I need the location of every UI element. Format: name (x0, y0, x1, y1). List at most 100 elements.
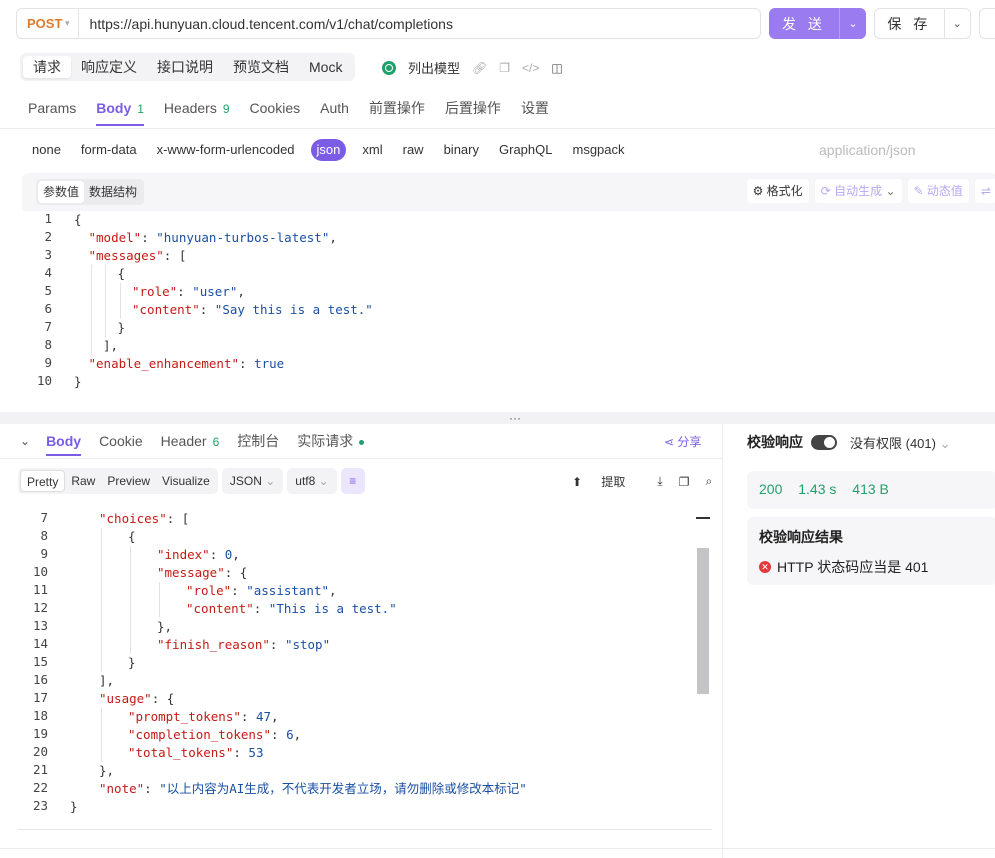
extract-button[interactable]: ⬆︎ 提取 (572, 473, 641, 490)
code-line: "choices": [ (99, 510, 189, 528)
code-line: "prompt_tokens": 47, (128, 708, 279, 726)
code-token: : (209, 547, 225, 562)
auto-generate-button[interactable]: ⟳ 自动生成 ⌄ (814, 179, 902, 203)
view-raw[interactable]: Raw (65, 470, 101, 492)
chevron-down-icon[interactable]: ▾ (65, 18, 70, 29)
code-token: , (329, 230, 337, 245)
chevron-down-icon[interactable]: ⌄ (839, 8, 866, 39)
tab-body[interactable]: Body 1 (96, 96, 144, 128)
copy-icon[interactable]: ❐ (499, 61, 510, 75)
permission-select[interactable]: 没有权限 (401) ⌄ (850, 433, 951, 452)
body-type-binary[interactable]: binary (444, 139, 479, 161)
tab-response-definition[interactable]: 响应定义 (71, 56, 147, 78)
format-select[interactable]: JSON ⌄ (221, 468, 284, 494)
tab-console[interactable]: 控制台 (237, 430, 279, 456)
chevron-down-icon[interactable]: ⌄ (943, 8, 970, 39)
chevron-down-icon: ⌄ (318, 474, 329, 488)
view-preview[interactable]: Preview (101, 470, 156, 492)
tab-response-body[interactable]: Body (46, 430, 82, 456)
view-visualize[interactable]: Visualize (156, 470, 216, 492)
search-icon[interactable]: ⌕ (706, 474, 713, 489)
tab-auth[interactable]: Auth (320, 96, 349, 128)
tab-cookies[interactable]: Cookies (250, 96, 301, 128)
wrap-icon[interactable]: ⇌ (974, 179, 995, 203)
validate-toggle[interactable] (811, 434, 837, 450)
link-icon[interactable]: 🔗︎ (472, 61, 487, 75)
line-number: 7 (40, 510, 48, 525)
body-type-raw[interactable]: raw (403, 139, 424, 161)
send-button[interactable]: 发 送 ⌄ (769, 8, 866, 39)
tab-data-schema[interactable]: 数据结构 (84, 181, 142, 203)
tab-settings[interactable]: 设置 (521, 96, 549, 128)
tab-pre-actions[interactable]: 前置操作 (369, 96, 425, 128)
response-stats: 200 1.43 s 413 B (747, 471, 995, 509)
wrap-icon[interactable]: ≡ (340, 468, 365, 494)
tab-params[interactable]: Params (28, 96, 76, 128)
tab-response-header[interactable]: Header 6 (161, 430, 220, 456)
indent-guide (119, 283, 121, 301)
code-line: "usage": { (99, 690, 174, 708)
body-type-urlencoded[interactable]: x-www-form-urlencoded (157, 139, 295, 161)
line-number: 16 (32, 672, 48, 687)
validation-result-item: ✕ HTTP 状态码应当是 401 (759, 557, 928, 577)
body-type-json[interactable]: json (310, 139, 347, 161)
code-token: , (293, 727, 302, 742)
encoding-select[interactable]: utf8 ⌄ (287, 468, 337, 494)
save-button[interactable]: 保 存 ⌄ (874, 8, 971, 39)
tab-response-cookie[interactable]: Cookie (99, 430, 143, 456)
scrollbar[interactable] (697, 548, 709, 694)
tab-preview-docs[interactable]: 预览文档 (223, 56, 299, 78)
code-line: "completion_tokens": 6, (128, 726, 301, 744)
body-type-none[interactable]: none (32, 139, 61, 161)
line-number: 17 (32, 690, 48, 705)
collapse-icon[interactable]: ⌄ (20, 430, 30, 456)
tab-actual-request[interactable]: 实际请求 (297, 430, 365, 456)
tab-param-values[interactable]: 参数值 (38, 181, 85, 203)
code-token: { (117, 266, 126, 281)
code-token: "role" (186, 583, 232, 598)
tab-headers[interactable]: Headers 9 (164, 96, 230, 128)
tab-api-docs[interactable]: 接口说明 (147, 56, 223, 78)
body-count-badge: 1 (137, 102, 144, 116)
url-input[interactable]: https://api.hunyuan.cloud.tencent.com/v1… (79, 16, 453, 32)
response-body-viewer[interactable]: 7 "choices": [8{9 "index": 0, 10 "message": … (18, 504, 712, 830)
code-token: : [ (166, 511, 190, 526)
indent-guide (101, 600, 102, 618)
url-input-group[interactable]: POST ▾ https://api.hunyuan.cloud.tencent… (16, 8, 761, 39)
indent-guide (90, 283, 92, 301)
dynamic-value-button[interactable]: ✎ 动态值 (907, 179, 969, 203)
format-button[interactable]: ⚙︎ 格式化 (746, 179, 809, 203)
tab-post-actions[interactable]: 后置操作 (445, 96, 501, 128)
line-number: 12 (32, 600, 48, 615)
download-icon[interactable]: ⤓ (657, 474, 662, 489)
request-body-editor[interactable]: 1 {2 "model": "hunyuan-turbos-latest", 3 "me… (22, 211, 995, 404)
code-line: "messages": [ (89, 247, 187, 265)
line-number: 6 (44, 301, 52, 316)
layout-icon[interactable]: ◫ (551, 61, 562, 75)
list-models[interactable]: 列出模型 🔗︎ ❐ </> ◫ (382, 58, 563, 77)
save-label: 保 存 (887, 15, 932, 32)
body-type-msgpack[interactable]: msgpack (572, 139, 624, 161)
code-token: "model" (88, 230, 142, 245)
tab-mock[interactable]: Mock (299, 56, 352, 78)
body-type-form-data[interactable]: form-data (81, 139, 137, 161)
panel-splitter[interactable] (0, 412, 995, 424)
copy-icon[interactable]: ❐ (679, 475, 690, 489)
code-icon[interactable]: </> (522, 61, 539, 75)
code-token: : (269, 637, 285, 652)
code-token: "stop" (284, 637, 331, 652)
response-size: 413 B (852, 481, 889, 497)
line-number: 4 (44, 265, 52, 280)
line-number: 14 (32, 636, 48, 651)
line-number: 20 (32, 744, 48, 759)
code-token: , (329, 583, 337, 598)
drag-handle-icon[interactable]: ··· (509, 411, 521, 425)
view-pretty[interactable]: Pretty (20, 470, 66, 492)
code-token: : (233, 745, 249, 760)
response-view-toolbar: Pretty Raw Preview Visualize JSON ⌄ utf8… (18, 468, 365, 494)
share-button[interactable]: ⋖ 分享 (664, 433, 701, 450)
body-type-xml[interactable]: xml (362, 139, 382, 161)
tab-request[interactable]: 请求 (23, 56, 71, 78)
body-type-graphql[interactable]: GraphQL (499, 139, 552, 161)
more-button[interactable] (979, 8, 995, 39)
